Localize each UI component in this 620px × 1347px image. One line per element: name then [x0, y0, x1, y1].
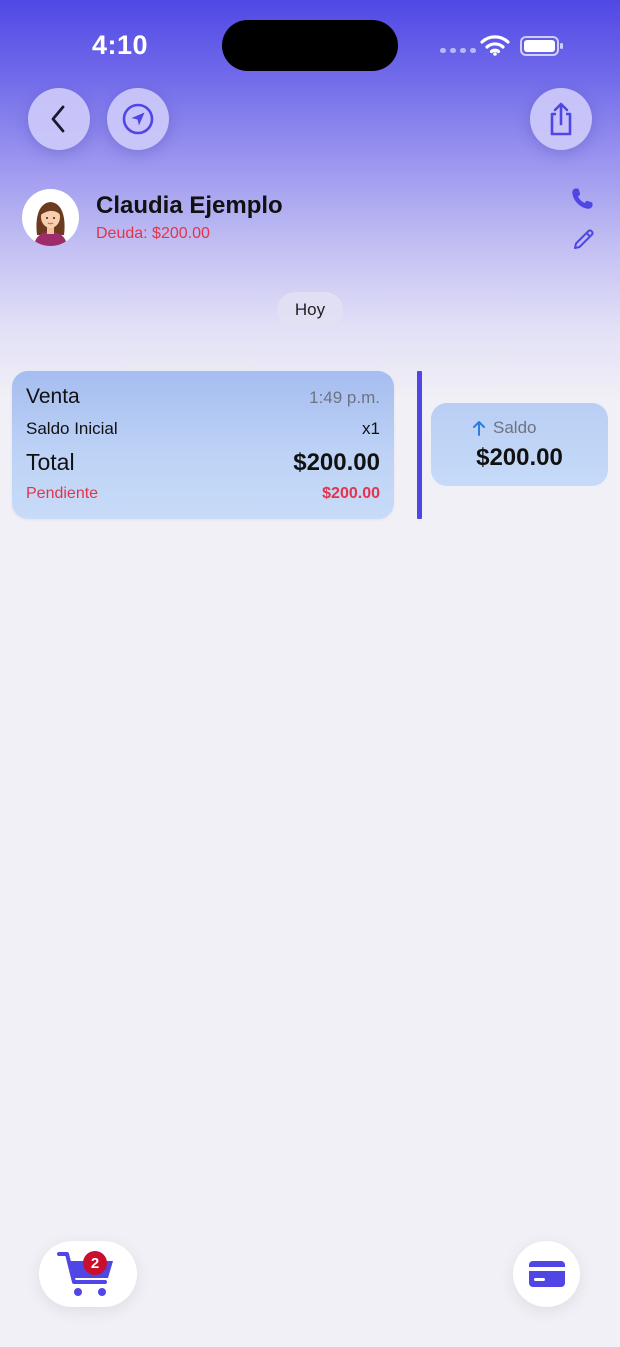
- payment-status: Pendiente: [26, 485, 99, 502]
- pending-amount: $200.00: [322, 485, 380, 502]
- wifi-icon: [480, 35, 510, 56]
- client-name: Claudia Ejemplo: [96, 192, 283, 219]
- timeline-divider: [417, 371, 422, 519]
- credit-card-icon: [528, 1261, 565, 1287]
- dynamic-island: [222, 20, 398, 71]
- date-separator: Hoy: [277, 292, 343, 328]
- balance-card: Saldo $200.00: [431, 403, 608, 486]
- share-icon: [550, 102, 572, 136]
- balance-amount: $200.00: [476, 444, 563, 471]
- woman-avatar-icon: [34, 202, 67, 246]
- arrow-up-icon: [473, 421, 485, 436]
- battery-icon: [520, 36, 563, 56]
- sale-transaction-card[interactable]: Venta 1:49 p.m. Saldo Inicial x1 Total $…: [12, 371, 394, 519]
- transaction-type: Venta: [26, 385, 80, 408]
- back-button[interactable]: [28, 88, 90, 150]
- chevron-left-icon: [51, 105, 65, 133]
- cart-count-badge: 2: [83, 1251, 107, 1275]
- line-item-quantity: x1: [362, 419, 380, 438]
- cart-button[interactable]: 2: [39, 1241, 137, 1307]
- line-item-name: Saldo Inicial: [26, 419, 118, 438]
- balance-label: Saldo: [493, 418, 537, 437]
- share-button[interactable]: [530, 88, 592, 150]
- phone-icon[interactable]: [569, 186, 595, 212]
- pencil-icon[interactable]: [572, 227, 596, 251]
- total-label: Total: [26, 449, 75, 475]
- status-bar: 4:10: [0, 0, 620, 90]
- navigate-button[interactable]: [107, 88, 169, 150]
- cellular-signal-icon: [440, 48, 476, 53]
- status-time: 4:10: [92, 30, 149, 60]
- transaction-time: 1:49 p.m.: [309, 388, 380, 407]
- client-debt: Deuda: $200.00: [96, 225, 210, 242]
- location-arrow-icon: [122, 103, 154, 135]
- client-avatar: [22, 189, 79, 246]
- total-amount: $200.00: [293, 449, 380, 476]
- payment-card-button[interactable]: [513, 1241, 580, 1307]
